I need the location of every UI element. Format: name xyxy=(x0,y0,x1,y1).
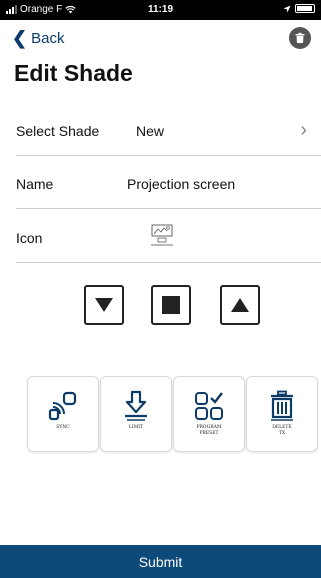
delete-tx-label: DELETE TX xyxy=(272,425,292,436)
icon-label: Icon xyxy=(16,230,43,246)
trash-icon xyxy=(295,32,305,43)
divider xyxy=(16,208,321,209)
stop-square-icon xyxy=(162,296,180,314)
program-preset-icon xyxy=(195,392,223,420)
icon-row[interactable]: Icon xyxy=(16,224,321,254)
shade-stop-button[interactable] xyxy=(151,285,191,325)
chevron-right-icon: › xyxy=(300,119,307,141)
divider xyxy=(16,262,321,263)
shade-down-button[interactable] xyxy=(84,285,124,325)
program-preset-label: PROGRAM PRESET xyxy=(196,425,222,436)
sync-signal-icon xyxy=(48,391,77,421)
triangle-up-icon xyxy=(231,298,249,312)
back-button[interactable]: ❮ Back xyxy=(12,29,64,47)
status-right xyxy=(283,4,315,13)
limit-button[interactable]: LIMIT xyxy=(100,376,172,452)
trash-icon xyxy=(271,390,293,421)
select-shade-row[interactable]: Select Shade New › xyxy=(16,119,321,143)
chevron-left-icon: ❮ xyxy=(12,28,28,48)
select-shade-label: Select Shade xyxy=(16,123,100,139)
program-preset-button[interactable]: PROGRAM PRESET xyxy=(173,376,245,452)
limit-arrow-down-icon xyxy=(125,390,147,421)
sync-button[interactable]: SYNC xyxy=(27,376,99,452)
projection-screen-icon[interactable] xyxy=(149,222,175,251)
status-bar: Orange F 11:19 xyxy=(0,0,321,20)
delete-shade-button[interactable] xyxy=(289,27,311,49)
name-row[interactable]: Name Projection screen xyxy=(16,176,321,196)
shade-up-button[interactable] xyxy=(220,285,260,325)
divider xyxy=(16,155,321,156)
name-label: Name xyxy=(16,176,54,192)
back-label: Back xyxy=(31,29,65,47)
sync-label: SYNC xyxy=(56,425,70,430)
submit-button[interactable]: Submit xyxy=(0,545,321,578)
status-time: 11:19 xyxy=(147,4,174,15)
location-icon xyxy=(283,5,291,12)
delete-tx-button[interactable]: DELETE TX xyxy=(246,376,318,452)
battery-icon xyxy=(295,4,315,13)
page-title: Edit Shade xyxy=(14,60,133,86)
select-shade-value: New xyxy=(136,123,165,139)
limit-label: LIMIT xyxy=(128,425,144,430)
triangle-down-icon xyxy=(95,298,113,312)
name-field[interactable]: Projection screen xyxy=(127,176,235,192)
